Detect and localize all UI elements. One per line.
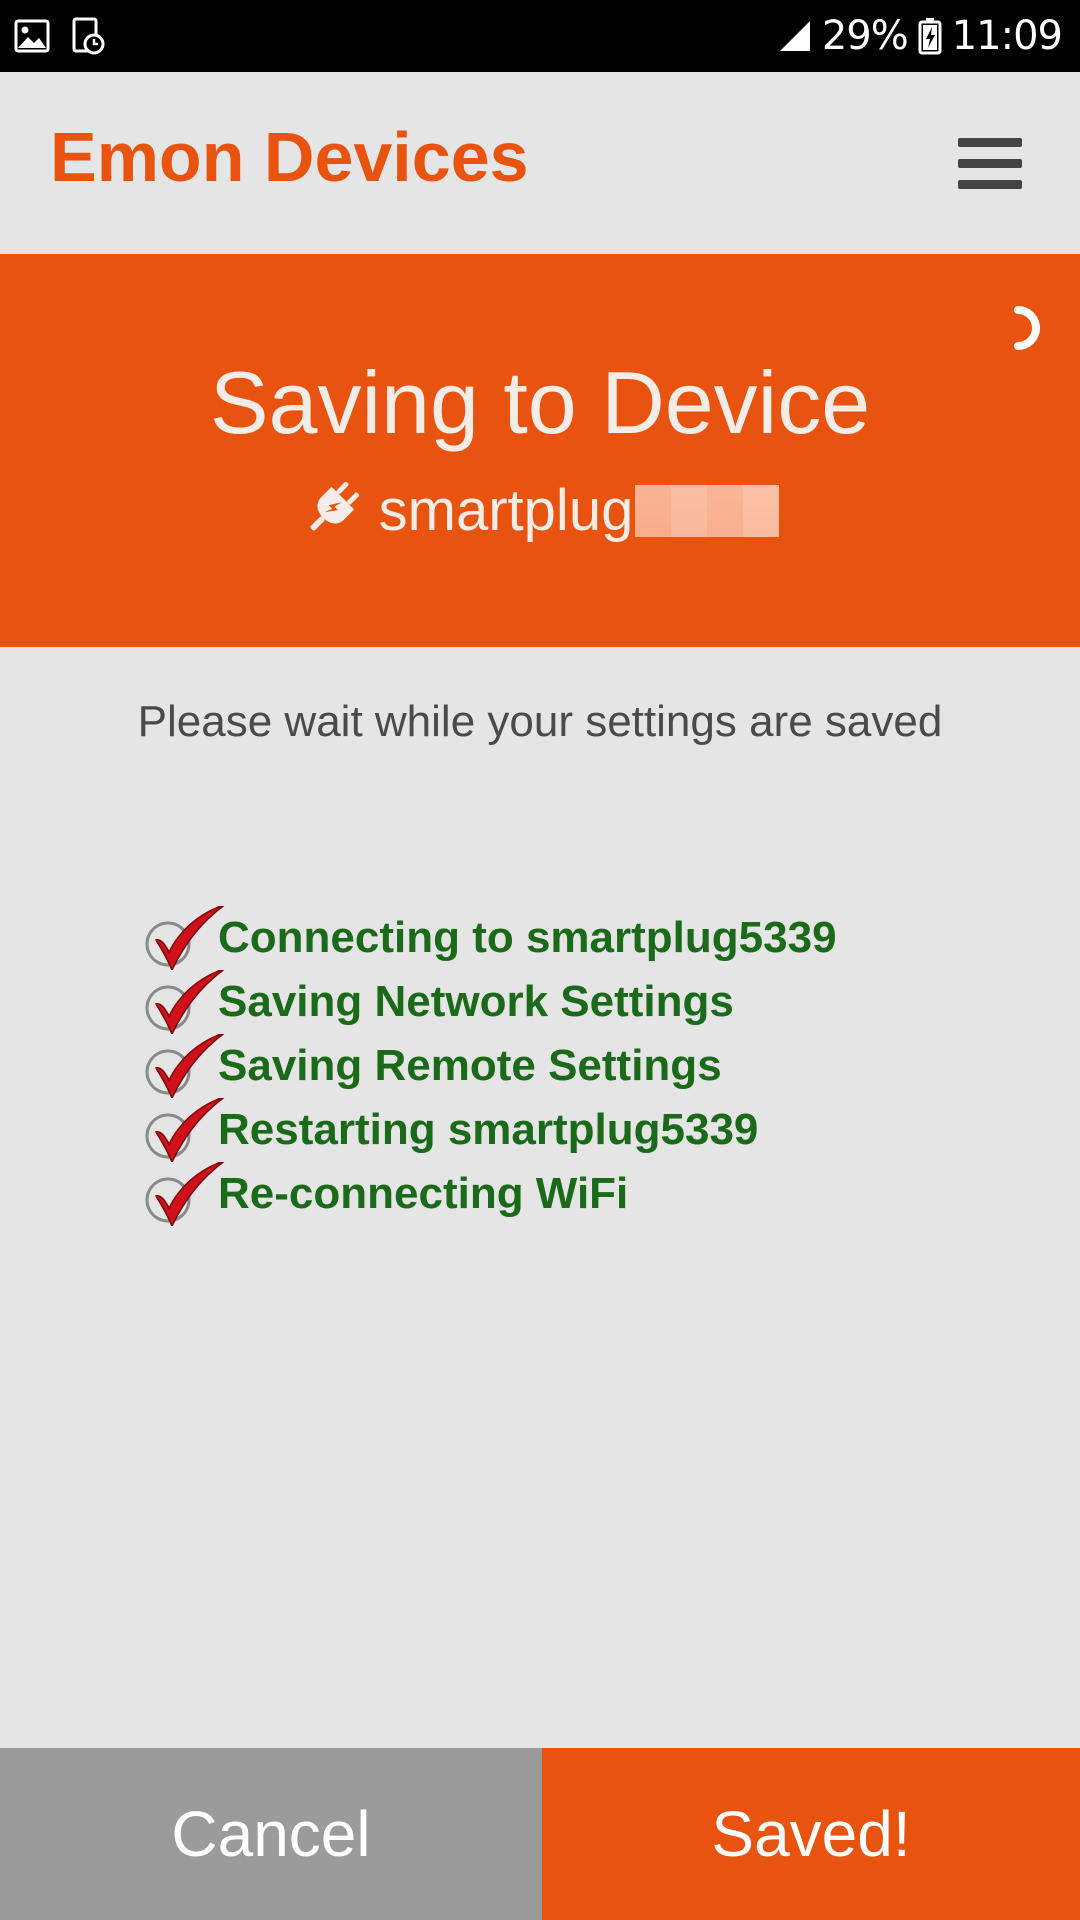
- app-title: Emon Devices: [50, 118, 529, 196]
- status-bar: 29% 11:09: [0, 0, 1080, 72]
- device-row: smartplug: [0, 476, 1080, 545]
- cancel-button[interactable]: Cancel: [0, 1748, 542, 1920]
- hamburger-menu-icon[interactable]: [956, 134, 1024, 194]
- redacted-device-suffix: [635, 484, 780, 537]
- list-item: Saving Network Settings: [142, 967, 837, 1036]
- status-left-icons: [14, 0, 106, 72]
- check-icon: [142, 1159, 227, 1228]
- step-label: Connecting to smartplug5339: [218, 913, 837, 962]
- check-icon: [142, 1095, 227, 1164]
- step-label: Re-connecting WiFi: [218, 1169, 629, 1218]
- app-bar: Emon Devices: [0, 72, 1080, 254]
- list-item: Re-connecting WiFi: [142, 1159, 837, 1228]
- saving-header: Saving to Device smartplug: [0, 254, 1080, 647]
- signal-icon: [778, 19, 812, 53]
- saved-button[interactable]: Saved!: [542, 1748, 1080, 1920]
- clock: 11:09: [951, 13, 1063, 59]
- battery-percent: 29%: [821, 13, 909, 59]
- check-icon: [142, 967, 227, 1036]
- device-name: smartplug: [378, 477, 634, 543]
- screen-timer-icon: [70, 17, 106, 55]
- status-right-icons: 29% 11:09: [778, 0, 1063, 72]
- list-item: Connecting to smartplug5339: [142, 903, 837, 972]
- image-icon: [14, 19, 50, 53]
- list-item: Saving Remote Settings: [142, 1031, 837, 1100]
- battery-charging-icon: [918, 17, 942, 55]
- page-title: Saving to Device: [209, 353, 871, 452]
- device-name-wrap: smartplug: [378, 477, 780, 543]
- wait-message: Please wait while your settings are save…: [137, 697, 943, 746]
- progress-steps: Connecting to smartplug5339 Saving Netwo…: [142, 903, 837, 1228]
- step-label: Restarting smartplug5339: [218, 1105, 759, 1154]
- plug-icon: [301, 476, 365, 545]
- check-icon: [142, 1031, 227, 1100]
- check-icon: [142, 903, 227, 972]
- step-label: Saving Network Settings: [218, 977, 734, 1026]
- step-label: Saving Remote Settings: [218, 1041, 722, 1090]
- loading-spinner-icon: [1004, 304, 1044, 352]
- list-item: Restarting smartplug5339: [142, 1095, 837, 1164]
